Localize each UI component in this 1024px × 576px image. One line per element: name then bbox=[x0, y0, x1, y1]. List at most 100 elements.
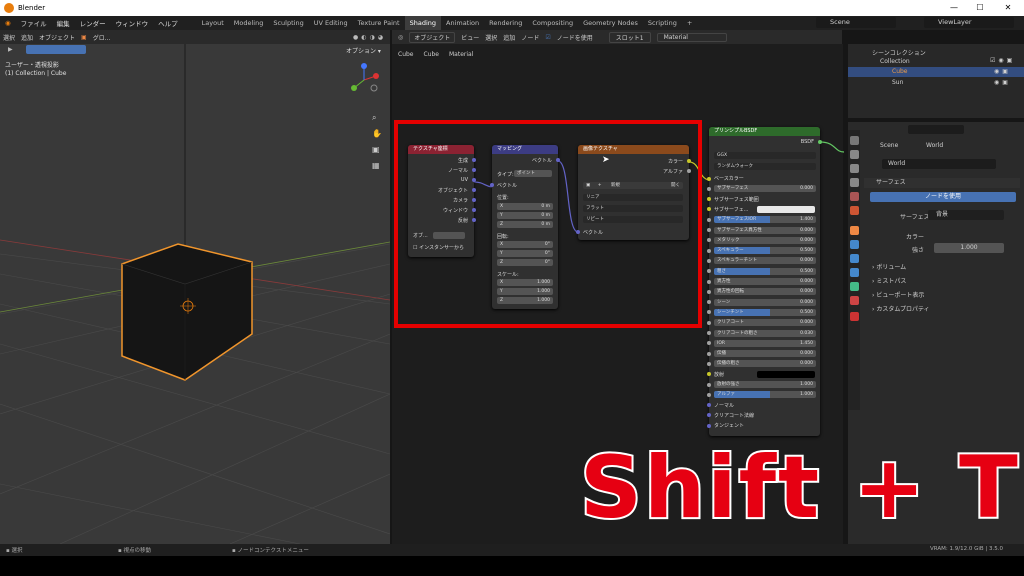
socket[interactable] bbox=[707, 413, 711, 418]
outliner-sun[interactable]: Sun bbox=[892, 79, 903, 86]
bsdf-input-label: タンジェント bbox=[714, 423, 745, 430]
bsdf-input-row[interactable]: メタリック 0.000 bbox=[714, 236, 816, 244]
socket[interactable] bbox=[707, 300, 711, 305]
strength-field[interactable]: 1.000 bbox=[934, 243, 1004, 253]
visibility-icons[interactable]: ◉▣ bbox=[994, 79, 1011, 86]
socket[interactable] bbox=[707, 403, 711, 408]
world-datablock-field[interactable]: World bbox=[882, 159, 996, 169]
socket[interactable] bbox=[707, 217, 711, 222]
color-label: カラー bbox=[906, 234, 925, 241]
socket[interactable] bbox=[707, 176, 711, 181]
bsdf-input-row[interactable]: アルファ 1.000 bbox=[714, 391, 816, 399]
view-layer-icon[interactable] bbox=[850, 178, 859, 187]
sss-method-dropdown[interactable]: ランダムウォーク bbox=[714, 163, 816, 170]
modifier-icon[interactable] bbox=[850, 240, 859, 249]
panel-viewport-display[interactable]: › ビューポート表示 bbox=[872, 290, 924, 299]
world-icon[interactable] bbox=[850, 206, 859, 215]
bsdf-input-row[interactable]: シーン 0.000 bbox=[714, 298, 816, 306]
bsdf-input-label: スペキュラー bbox=[717, 248, 744, 254]
socket[interactable] bbox=[707, 186, 711, 191]
bsdf-input-value: 0.000 bbox=[800, 289, 813, 295]
socket[interactable] bbox=[707, 331, 711, 335]
bsdf-input-row[interactable]: 異方性の回転 0.000 bbox=[714, 288, 816, 296]
bsdf-input-row[interactable]: ノーマル bbox=[714, 402, 816, 409]
strength-label: 強さ bbox=[912, 247, 925, 254]
status-select: ▪ 選択 bbox=[6, 548, 23, 554]
visibility-icons[interactable]: ◉▣ bbox=[994, 68, 1011, 75]
socket[interactable] bbox=[707, 382, 711, 387]
bsdf-input-value: 1.400 bbox=[800, 217, 813, 223]
socket[interactable] bbox=[707, 207, 711, 212]
bsdf-input-row[interactable]: サブサーフェス 0.000 bbox=[714, 185, 816, 193]
output-icon[interactable] bbox=[850, 164, 859, 173]
bsdf-input-row[interactable]: サブサーフェス範囲 bbox=[714, 196, 816, 203]
bsdf-input-value: 0.030 bbox=[800, 330, 813, 336]
panel-mist[interactable]: › ミストパス bbox=[872, 276, 906, 285]
subsurface-color-swatch[interactable] bbox=[757, 205, 815, 213]
bsdf-input-row[interactable]: クリアコートの粗さ 0.030 bbox=[714, 329, 816, 337]
bsdf-input-row[interactable]: IOR 1.450 bbox=[714, 339, 816, 347]
material-icon[interactable] bbox=[850, 296, 859, 305]
data-icon[interactable] bbox=[850, 282, 859, 291]
bsdf-input-row[interactable]: 異方性 0.000 bbox=[714, 278, 816, 285]
bsdf-input-row[interactable]: スペキュラーチント 0.000 bbox=[714, 257, 816, 265]
bsdf-input-label: 粗さ bbox=[717, 268, 726, 274]
socket[interactable] bbox=[707, 269, 711, 274]
bsdf-input-row[interactable]: 放射の強さ 1.000 bbox=[714, 381, 816, 388]
socket[interactable] bbox=[707, 258, 711, 263]
socket[interactable] bbox=[707, 423, 711, 428]
panel-custom-props[interactable]: › カスタムプロパティ bbox=[872, 304, 930, 313]
socket[interactable] bbox=[707, 248, 711, 253]
socket[interactable] bbox=[707, 351, 711, 356]
tool-icon[interactable] bbox=[850, 136, 859, 145]
render-icon[interactable] bbox=[850, 150, 859, 159]
socket[interactable] bbox=[707, 392, 711, 397]
socket[interactable] bbox=[707, 310, 711, 315]
output-bsdf: BSDF bbox=[800, 139, 814, 145]
use-nodes-button-label: ノードを使用 bbox=[924, 193, 961, 200]
bsdf-input-label: ベースカラー bbox=[714, 176, 744, 182]
socket[interactable] bbox=[707, 289, 711, 294]
bsdf-input-row[interactable]: 粗さ 0.500 bbox=[714, 267, 816, 275]
properties-search[interactable] bbox=[908, 125, 964, 134]
bsdf-input-row[interactable]: ベースカラー bbox=[714, 175, 816, 182]
scene-collection-label: シーンコレクション bbox=[872, 50, 926, 57]
bsdf-input-row[interactable]: クリアコート 0.000 bbox=[714, 319, 816, 327]
socket[interactable] bbox=[707, 372, 711, 377]
socket[interactable] bbox=[707, 341, 711, 346]
bsdf-input-row[interactable]: 伝播の粗さ 0.000 bbox=[714, 360, 816, 368]
socket[interactable] bbox=[707, 361, 711, 366]
scene-icon[interactable] bbox=[850, 192, 859, 201]
socket[interactable] bbox=[707, 238, 711, 243]
texture-icon[interactable] bbox=[850, 312, 859, 321]
physics-icon[interactable] bbox=[850, 268, 859, 277]
bsdf-input-row[interactable]: スペキュラー 0.500 bbox=[714, 247, 816, 255]
bsdf-input-row[interactable]: サブサーフェスIOR 1.400 bbox=[714, 216, 816, 224]
bsdf-input-row[interactable]: 伝播 0.000 bbox=[714, 350, 816, 358]
socket[interactable] bbox=[707, 279, 711, 284]
bsdf-input-row[interactable]: タンジェント bbox=[714, 422, 816, 429]
panel-volume[interactable]: › ボリューム bbox=[872, 262, 906, 271]
bsdf-input-row[interactable]: シーンチント 0.500 bbox=[714, 308, 816, 316]
outliner-cube[interactable]: Cube bbox=[892, 68, 908, 75]
surface-panel-header[interactable]: サーフェス bbox=[864, 178, 1020, 188]
bsdf-input-row[interactable]: クリアコート法線 bbox=[714, 412, 816, 419]
use-nodes-button[interactable]: ノードを使用 bbox=[870, 192, 1016, 202]
socket[interactable] bbox=[707, 197, 711, 202]
socket[interactable] bbox=[707, 320, 711, 325]
distribution-dropdown[interactable]: GGX bbox=[714, 152, 816, 159]
socket[interactable] bbox=[707, 228, 711, 232]
status-context-label: ノードコンテクストメニュー bbox=[237, 548, 309, 554]
particles-icon[interactable] bbox=[850, 254, 859, 263]
socket[interactable] bbox=[818, 140, 822, 144]
object-icon[interactable] bbox=[850, 226, 859, 235]
surface-shader-field[interactable]: 背景 bbox=[928, 210, 1004, 220]
outliner-collection[interactable]: Collection bbox=[880, 58, 910, 65]
outliner[interactable]: シーンコレクション Collection Cube Sun ☑◉▣ ◉▣ ◉▣ bbox=[848, 44, 1024, 118]
emission-color-swatch[interactable] bbox=[757, 370, 815, 378]
bsdf-input-label: シーンチント bbox=[717, 309, 744, 315]
visibility-icons[interactable]: ☑◉▣ bbox=[990, 57, 1015, 64]
principled-bsdf-node[interactable]: プリンシプルBSDF BSDF GGX ランダムウォーク ベースカラー サブサーフ… bbox=[707, 127, 822, 436]
letterbox-bar bbox=[0, 556, 1024, 576]
bsdf-input-row[interactable]: サブサーフェス異方性 0.000 bbox=[714, 226, 816, 234]
